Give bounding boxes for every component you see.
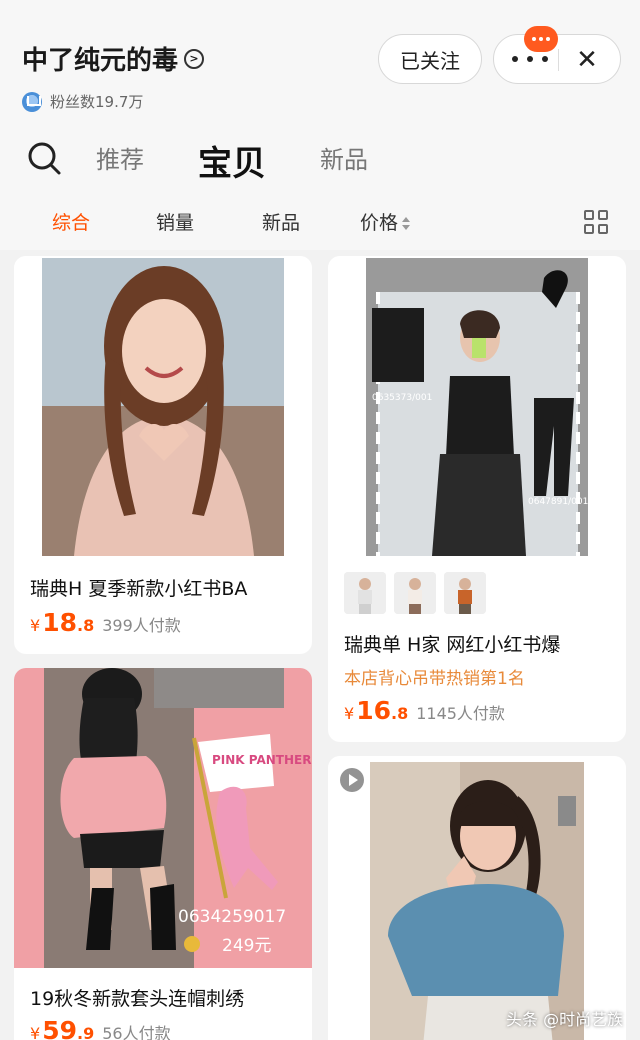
price-decimal: .8 bbox=[390, 704, 409, 723]
sort-comprehensive[interactable]: 综合 bbox=[52, 208, 90, 235]
sort-arrows-icon bbox=[402, 216, 411, 231]
follow-button[interactable]: 已关注 bbox=[378, 34, 482, 84]
sold-count: 399人付款 bbox=[102, 616, 181, 635]
fans-count-text: 粉丝数19.7万 bbox=[50, 93, 144, 111]
chevron-right-icon[interactable]: > bbox=[184, 48, 205, 69]
product-card[interactable] bbox=[328, 756, 626, 1040]
fans-count: 粉丝数19.7万 bbox=[22, 91, 143, 112]
message-badge bbox=[524, 26, 558, 52]
product-card[interactable]: 0635373/001 0647891/001 瑞典单 H家 网红小红书爆 本店… bbox=[328, 256, 626, 742]
price-row: ¥ 59 .9 56人付款 bbox=[30, 1016, 171, 1040]
thumbnail[interactable] bbox=[444, 572, 486, 614]
thumbnail[interactable] bbox=[394, 572, 436, 614]
price-decimal: .9 bbox=[76, 1024, 95, 1040]
product-card[interactable]: 瑞典H 夏季新款小红书BA ¥ 18 .8 399人付款 bbox=[14, 256, 312, 654]
tab-recommend[interactable]: 推荐 bbox=[96, 140, 144, 175]
price-row: ¥ 16 .8 1145人付款 bbox=[344, 696, 505, 725]
sold-count: 1145人付款 bbox=[416, 704, 505, 723]
image-code-1: 0635373/001 bbox=[372, 393, 432, 403]
price-integer: 18 bbox=[42, 608, 77, 637]
image-price-tag: 249元 bbox=[222, 936, 271, 956]
sort-price-label: 价格 bbox=[360, 212, 399, 234]
price-row: ¥ 18 .8 399人付款 bbox=[30, 608, 181, 637]
price-integer: 59 bbox=[42, 1016, 77, 1040]
product-image bbox=[328, 756, 626, 1040]
product-title: 19秋冬新款套头连帽刺绣 bbox=[30, 988, 245, 1010]
thumbnail[interactable] bbox=[344, 572, 386, 614]
color-thumbnails[interactable] bbox=[344, 572, 486, 614]
watermark: 头条 @时尚艺族 bbox=[506, 1010, 624, 1029]
sort-price[interactable]: 价格 bbox=[360, 208, 411, 235]
shop-name-text: 中了纯元的毒 bbox=[22, 46, 179, 76]
sort-new[interactable]: 新品 bbox=[262, 208, 300, 235]
promo-tag: 本店背心吊带热销第1名 bbox=[344, 669, 525, 689]
currency-symbol: ¥ bbox=[30, 1024, 41, 1040]
product-title: 瑞典单 H家 网红小红书爆 bbox=[344, 634, 561, 656]
flag-text: PINK PANTHER bbox=[212, 753, 311, 767]
grid-view-icon[interactable] bbox=[584, 210, 608, 234]
product-image: 0635373/001 0647891/001 bbox=[328, 256, 626, 556]
capsule-divider bbox=[558, 49, 559, 71]
shop-title[interactable]: 中了纯元的毒 > bbox=[22, 40, 205, 77]
currency-symbol: ¥ bbox=[30, 616, 41, 635]
tab-new[interactable]: 新品 bbox=[320, 140, 368, 175]
product-card[interactable]: PINK PANTHER 0634259017 249元 19秋冬新款套头连帽刺… bbox=[14, 668, 312, 1040]
sort-sales[interactable]: 销量 bbox=[156, 208, 194, 235]
close-icon[interactable]: ✕ bbox=[572, 45, 602, 75]
product-title: 瑞典H 夏季新款小红书BA bbox=[30, 578, 248, 600]
price-integer: 16 bbox=[356, 696, 391, 725]
crown-icon bbox=[22, 91, 42, 112]
price-decimal: .8 bbox=[76, 616, 95, 635]
sold-count: 56人付款 bbox=[102, 1024, 171, 1040]
search-icon[interactable] bbox=[26, 140, 62, 176]
product-image: PINK PANTHER 0634259017 249元 bbox=[14, 668, 312, 968]
currency-symbol: ¥ bbox=[344, 704, 355, 723]
product-image bbox=[14, 256, 312, 556]
image-code-2: 0647891/001 bbox=[528, 497, 588, 507]
tab-products[interactable]: 宝贝 bbox=[198, 136, 266, 185]
image-phone: 0634259017 bbox=[178, 907, 286, 927]
play-icon[interactable] bbox=[340, 768, 364, 792]
